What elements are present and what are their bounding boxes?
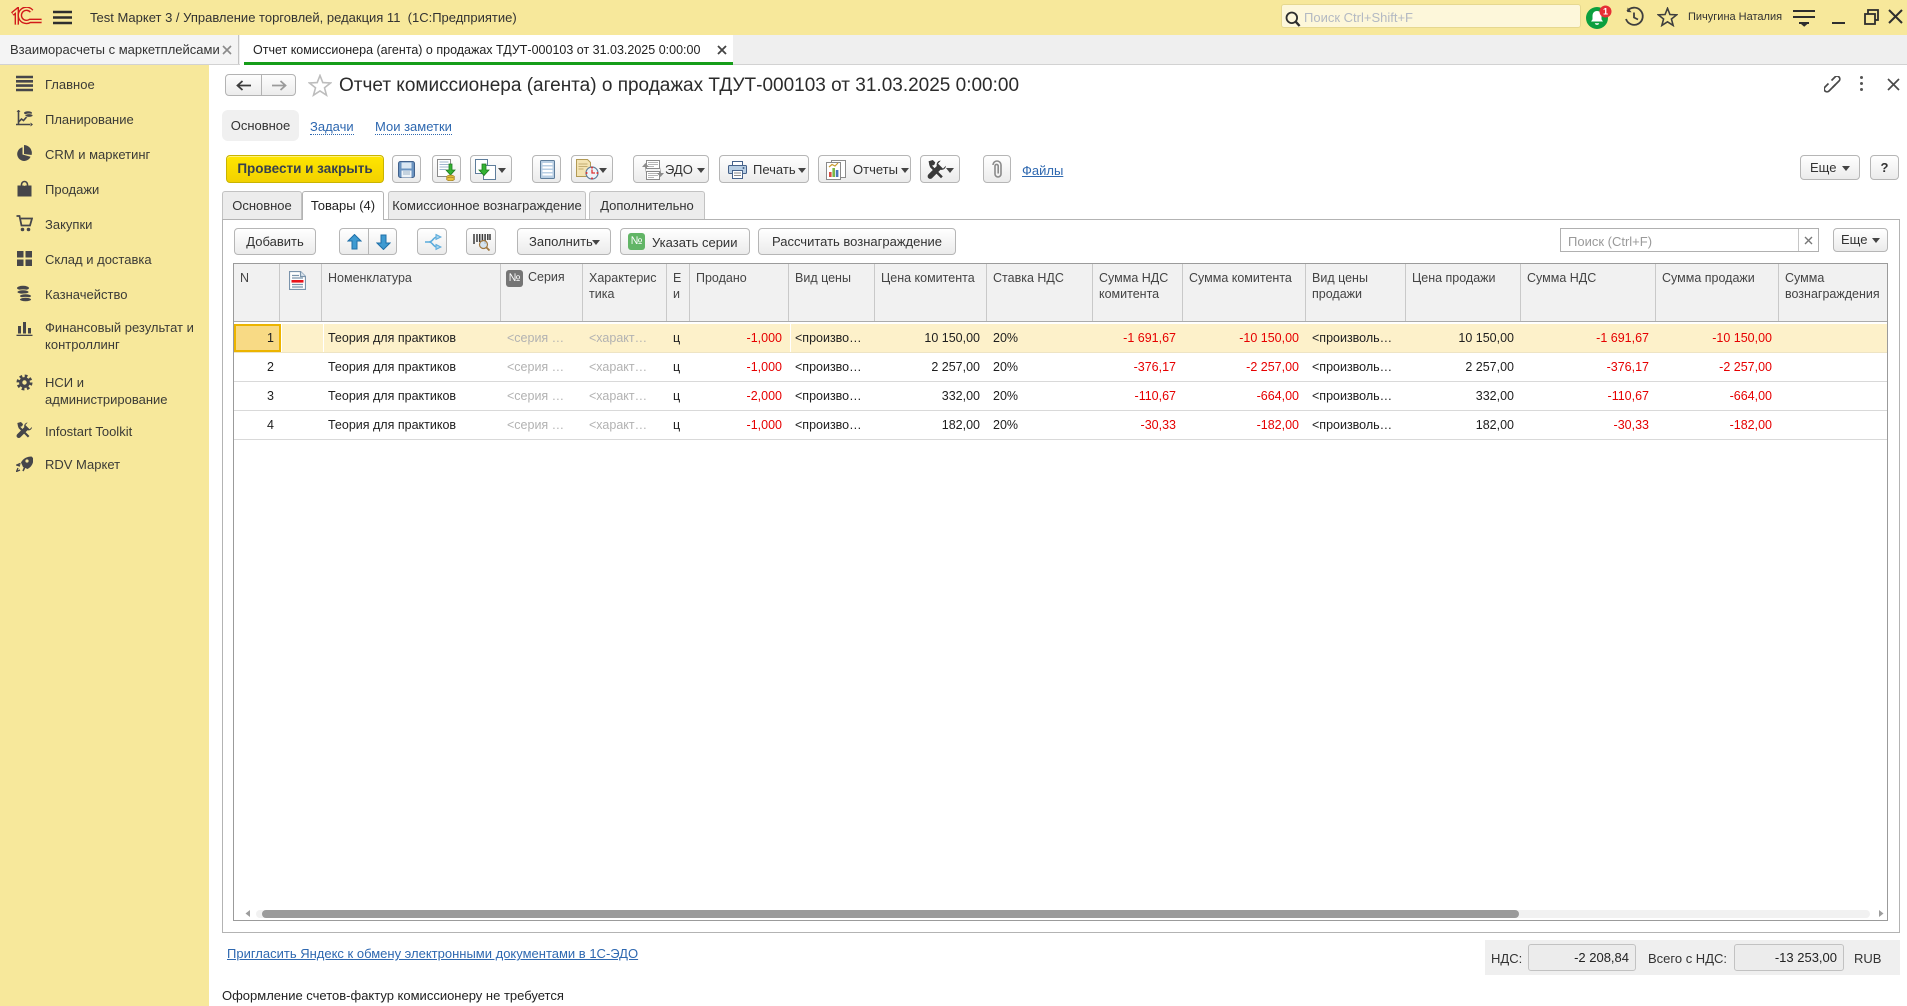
svg-text:1: 1 <box>1603 6 1608 16</box>
